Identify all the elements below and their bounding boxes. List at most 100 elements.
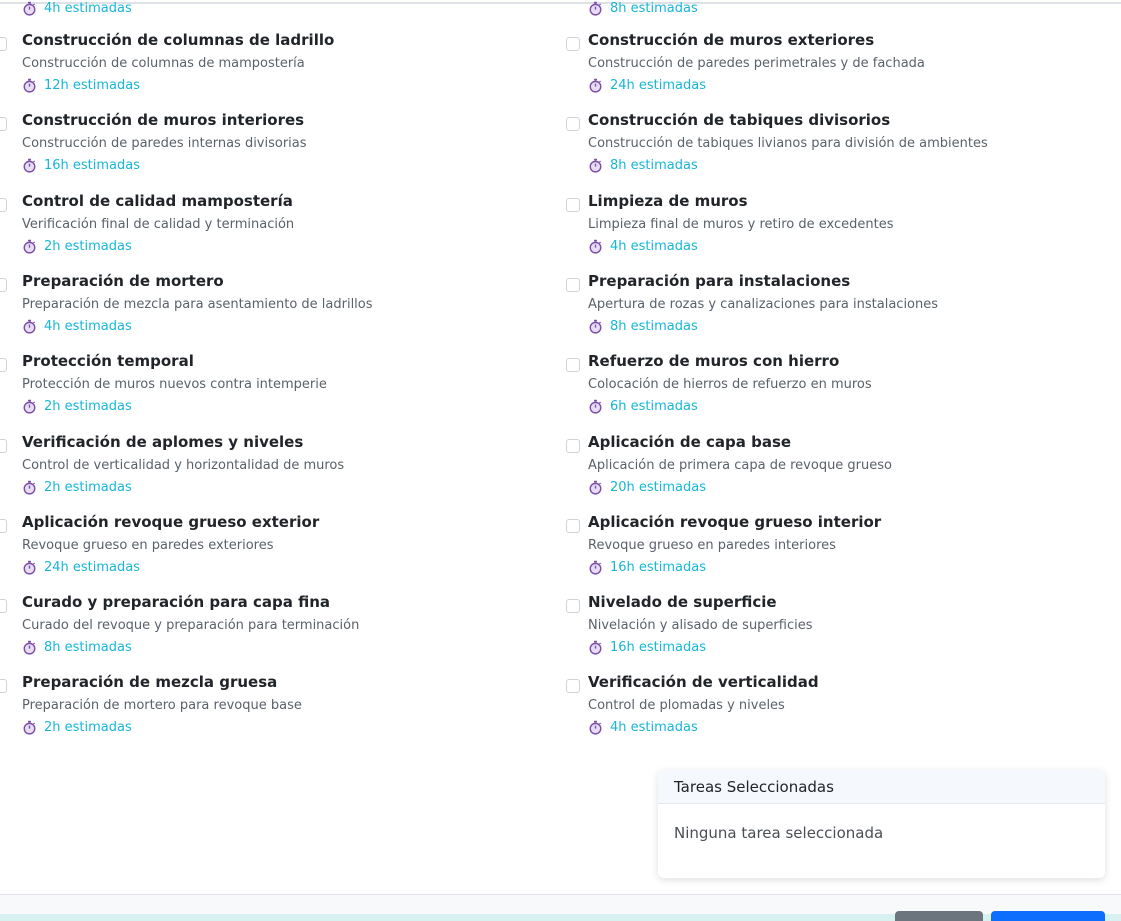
- stopwatch-icon: [588, 1, 603, 16]
- task-description: Construcción de tabiques livianos para d…: [588, 136, 988, 152]
- stopwatch-icon: [22, 399, 37, 414]
- task-checkbox[interactable]: [566, 679, 580, 694]
- task-item[interactable]: Construcción de muros exteriores Construc…: [566, 31, 1106, 117]
- selected-tasks-header: Tareas Seleccionadas: [658, 770, 1105, 804]
- hours-label: 2h estimadas: [44, 399, 132, 415]
- hours-label: 20h estimadas: [610, 479, 707, 495]
- partial-task-hours-left: 4h estimadas: [22, 1, 132, 16]
- stopwatch-icon: [588, 319, 603, 334]
- task-item[interactable]: Aplicación de capa base Aplicación de pri…: [566, 433, 1106, 519]
- hours-label: 4h estimadas: [610, 238, 698, 254]
- task-item[interactable]: Aplicación revoque grueso interior Revoqu…: [566, 513, 1106, 599]
- task-item[interactable]: Protección temporal Protección de muros n…: [0, 352, 540, 438]
- task-checkbox[interactable]: [0, 438, 7, 453]
- task-description: Apertura de rozas y canalizaciones para …: [588, 296, 939, 312]
- task-checkbox[interactable]: [0, 117, 7, 132]
- task-description: Revoque grueso en paredes exteriores: [22, 537, 274, 553]
- task-checkbox[interactable]: [0, 599, 7, 614]
- stopwatch-icon: [588, 720, 603, 735]
- task-hours: 8h estimadas: [22, 640, 132, 655]
- cancel-button[interactable]: [895, 911, 983, 921]
- task-item[interactable]: Construcción de tabiques divisorios Const…: [566, 111, 1106, 197]
- task-checkbox[interactable]: [0, 679, 7, 694]
- task-item[interactable]: Curado y preparación para capa fina Curad…: [0, 593, 540, 679]
- stopwatch-icon: [588, 78, 603, 93]
- task-item[interactable]: Construcción de columnas de ladrillo Cons…: [0, 31, 540, 117]
- hours-label: 4h estimadas: [610, 720, 698, 736]
- task-title: Protección temporal: [22, 352, 194, 371]
- task-checkbox[interactable]: [0, 358, 7, 373]
- stopwatch-icon: [22, 239, 37, 254]
- task-description: Construcción de paredes internas divisor…: [22, 136, 307, 152]
- task-hours: 2h estimadas: [22, 399, 132, 414]
- task-checkbox[interactable]: [0, 197, 7, 212]
- task-title: Control de calidad mampostería: [22, 191, 293, 210]
- task-title: Construcción de tabiques divisorios: [588, 111, 891, 130]
- confirm-button[interactable]: [991, 911, 1105, 921]
- hours-label: 2h estimadas: [44, 238, 132, 254]
- task-item[interactable]: Nivelado de superficie Nivelación y alisa…: [566, 593, 1106, 679]
- task-title: Preparación para instalaciones: [588, 271, 851, 290]
- hours-label: 16h estimadas: [610, 559, 707, 575]
- hours-label: 16h estimadas: [44, 158, 141, 174]
- task-description: Colocación de hierros de refuerzo en mur…: [588, 377, 872, 393]
- task-item[interactable]: Control de calidad mampostería Verificaci…: [0, 192, 540, 278]
- top-divider: [0, 2, 1121, 4]
- task-description: Nivelación y alisado de superficies: [588, 618, 813, 634]
- task-description: Aplicación de primera capa de revoque gr…: [588, 457, 892, 473]
- task-title: Construcción de columnas de ladrillo: [22, 31, 335, 49]
- task-item[interactable]: Preparación de mortero Preparación de mez…: [0, 272, 540, 358]
- task-checkbox[interactable]: [566, 277, 580, 292]
- task-hours: 12h estimadas: [22, 78, 140, 93]
- task-hours: 2h estimadas: [22, 239, 132, 254]
- task-description: Verificación final de calidad y terminac…: [22, 216, 295, 232]
- task-checkbox[interactable]: [0, 277, 7, 292]
- task-hours: 4h estimadas: [588, 239, 698, 254]
- task-description: Protección de muros nuevos contra intemp…: [22, 377, 327, 393]
- task-description: Construcción de paredes perimetrales y d…: [588, 56, 925, 71]
- hours-label: 6h estimadas: [610, 399, 698, 415]
- task-hours: 24h estimadas: [588, 78, 706, 93]
- stopwatch-icon: [588, 399, 603, 414]
- task-title: Refuerzo de muros con hierro: [588, 352, 840, 371]
- task-description: Revoque grueso en paredes interiores: [588, 537, 836, 553]
- task-checkbox[interactable]: [566, 197, 580, 212]
- task-checkbox[interactable]: [566, 117, 580, 132]
- task-hours: 16h estimadas: [588, 560, 706, 575]
- stopwatch-icon: [22, 640, 37, 655]
- task-item[interactable]: Verificación de verticalidad Control de p…: [566, 673, 1106, 759]
- task-checkbox[interactable]: [566, 37, 580, 51]
- task-checkbox[interactable]: [566, 599, 580, 614]
- task-item[interactable]: Preparación de mezcla gruesa Preparación …: [0, 673, 540, 759]
- task-title: Curado y preparación para capa fina: [22, 593, 331, 612]
- task-title: Aplicación revoque grueso interior: [588, 512, 882, 531]
- task-item[interactable]: Aplicación revoque grueso exterior Revoqu…: [0, 513, 540, 599]
- task-description: Control de plomadas y niveles: [588, 698, 785, 714]
- stopwatch-icon: [22, 560, 37, 575]
- task-title: Limpieza de muros: [588, 191, 748, 210]
- task-title: Preparación de mezcla gruesa: [22, 673, 278, 692]
- task-title: Aplicación revoque grueso exterior: [22, 512, 320, 531]
- task-hours: 8h estimadas: [588, 319, 698, 334]
- task-checkbox[interactable]: [566, 438, 580, 453]
- task-checkbox[interactable]: [0, 37, 7, 51]
- task-hours: 4h estimadas: [588, 720, 698, 735]
- hours-label: 12h estimadas: [44, 78, 141, 93]
- task-item[interactable]: Limpieza de muros Limpieza final de muros…: [566, 192, 1106, 278]
- task-title: Nivelado de superficie: [588, 593, 777, 612]
- task-hours: 2h estimadas: [22, 720, 132, 735]
- task-item[interactable]: Verificación de aplomes y niveles Control…: [0, 433, 540, 519]
- stopwatch-icon: [22, 720, 37, 735]
- hours-label: 8h estimadas: [610, 318, 698, 334]
- task-checkbox[interactable]: [0, 518, 7, 533]
- task-item[interactable]: Preparación para instalaciones Apertura d…: [566, 272, 1106, 358]
- task-item[interactable]: Refuerzo de muros con hierro Colocación d…: [566, 352, 1106, 438]
- hours-label: 24h estimadas: [44, 559, 141, 575]
- task-title: Construcción de muros interiores: [22, 111, 305, 130]
- task-checkbox[interactable]: [566, 358, 580, 373]
- task-title: Construcción de muros exteriores: [588, 31, 875, 49]
- task-title: Preparación de mortero: [22, 271, 224, 290]
- task-item[interactable]: Construcción de muros interiores Construc…: [0, 111, 540, 197]
- task-description: Curado del revoque y preparación para te…: [22, 618, 360, 634]
- task-checkbox[interactable]: [566, 518, 580, 533]
